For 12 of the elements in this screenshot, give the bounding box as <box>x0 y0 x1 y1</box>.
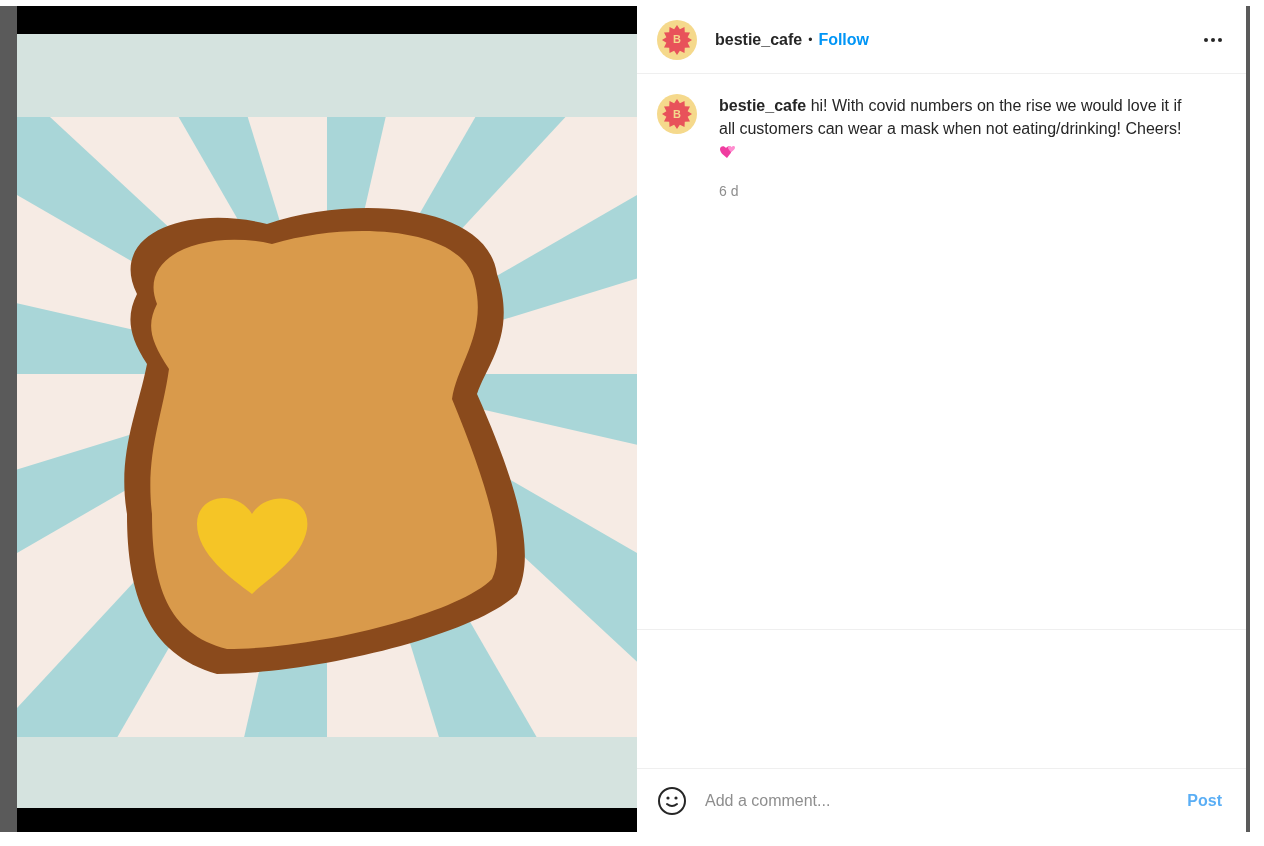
avatar-letter: B <box>673 32 681 48</box>
username[interactable]: bestie_cafe <box>715 27 803 52</box>
separator: • <box>808 31 813 49</box>
avatar[interactable]: B <box>657 19 697 60</box>
more-options-icon[interactable] <box>1204 37 1222 42</box>
post-time: 6 d <box>719 182 740 201</box>
avatar[interactable]: B <box>657 94 697 134</box>
follow-button[interactable]: Follow <box>818 27 870 52</box>
avatar-letter: B <box>673 106 681 122</box>
caption-text: bestie_cafe hi! With covid numbers on the rise we would love it if all customers can wear a mask when not eating/drinking! Cheers! <box>719 94 1189 163</box>
hearts-icon <box>719 144 736 159</box>
emoji-icon[interactable] <box>657 785 687 816</box>
